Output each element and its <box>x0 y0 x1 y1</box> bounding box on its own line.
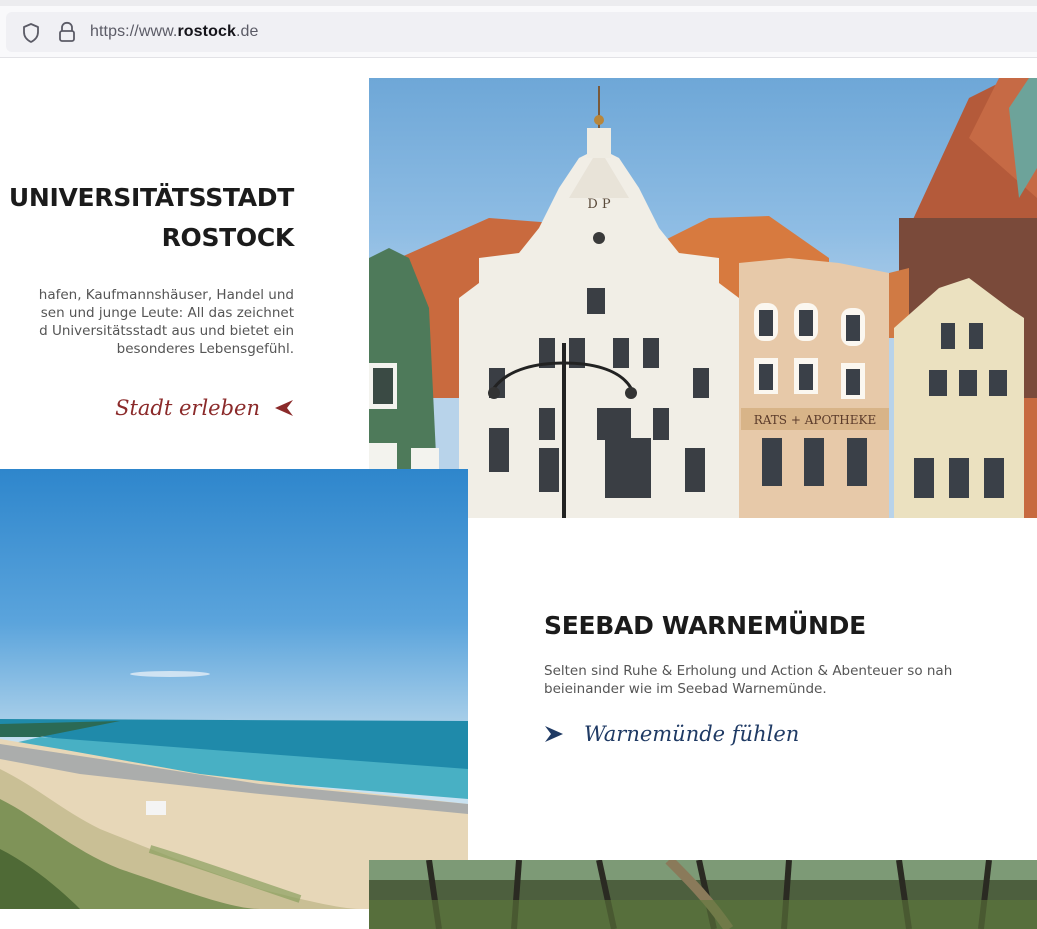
seebad-description-line: beieinander wie im Seebad Warnemünde. <box>544 681 827 697</box>
page-content: D P RATS + APOTHEKE D UNIVERSITÄTSSTADT … <box>0 58 1037 929</box>
tab-strip-edge <box>0 0 1037 6</box>
seebad-heading: SEEBAD WARNEMÜNDE <box>544 611 866 640</box>
url-suffix: .de <box>235 23 259 40</box>
photo-beach <box>0 469 468 909</box>
photo-old-town: D P RATS + APOTHEKE <box>369 78 1037 518</box>
city-description-line: hafen, Kaufmannshäuser, Handel und <box>38 287 294 303</box>
city-description-line: besonderes Lebensgefühl. <box>116 341 294 357</box>
url-prefix: https://www. <box>90 23 178 40</box>
pharmacy-sign: RATS + APOTHEKE <box>754 413 876 427</box>
seebad-description-line: Selten sind Ruhe & Erholung und Action &… <box>544 663 953 679</box>
city-heading: D UNIVERSITÄTSSTADT ROSTOCK <box>0 178 294 258</box>
photo-forest <box>369 860 1037 929</box>
city-description-line: d Universitätsstadt aus und bietet ein <box>39 323 294 339</box>
url-text[interactable]: https://www.rostock.de <box>90 23 259 41</box>
city-description: hafen, Kaufmannshäuser, Handel und sen u… <box>0 286 294 358</box>
shield-icon[interactable] <box>20 22 42 44</box>
section-seebad: SEEBAD WARNEMÜNDE Selten sind Ruhe & Erh… <box>544 606 1024 746</box>
url-domain: rostock <box>177 23 236 40</box>
lock-icon[interactable] <box>56 20 78 44</box>
city-heading-line2: ROSTOCK <box>161 223 295 252</box>
warnemuende-fuehlen-link[interactable]: Warnemünde fühlen <box>544 722 1024 746</box>
stadt-erleben-label: Stadt erleben <box>115 396 260 420</box>
city-heading-line1: D UNIVERSITÄTSSTADT <box>0 183 294 212</box>
arrow-right-icon <box>544 724 564 744</box>
stadt-erleben-link[interactable]: Stadt erleben <box>115 396 294 420</box>
gable-letters: D P <box>587 197 611 212</box>
city-description-line: sen und junge Leute: All das zeichnet <box>40 305 294 321</box>
warnemuende-fuehlen-label: Warnemünde fühlen <box>584 722 800 746</box>
browser-toolbar: https://www.rostock.de <box>0 0 1037 58</box>
seebad-description: Selten sind Ruhe & Erholung und Action &… <box>544 662 1024 698</box>
arrow-left-icon <box>274 398 294 418</box>
